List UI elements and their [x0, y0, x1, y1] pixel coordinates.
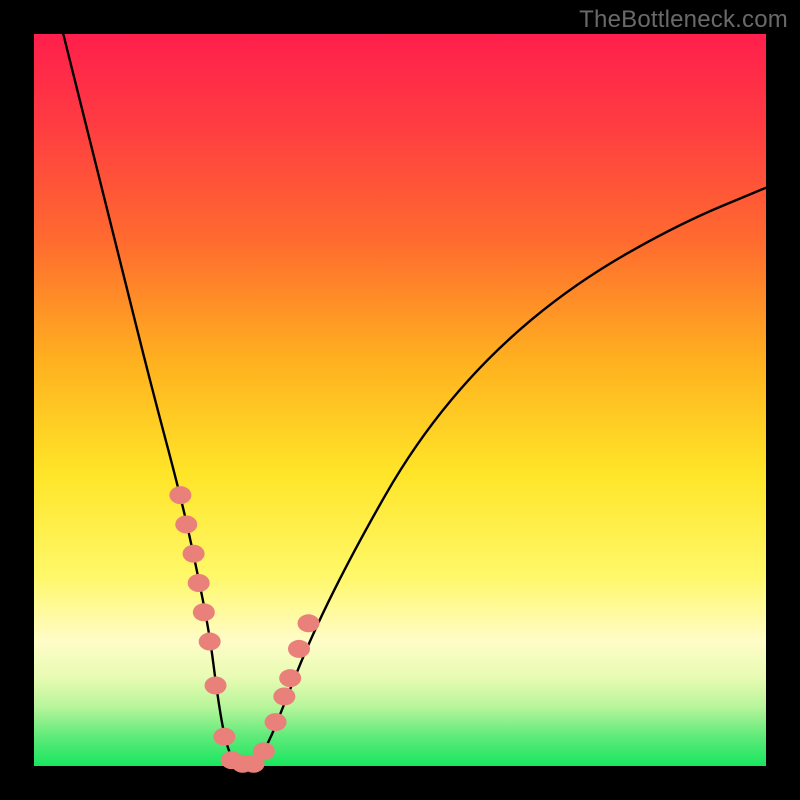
data-marker [288, 640, 310, 658]
data-marker [298, 614, 320, 632]
data-marker [169, 486, 191, 504]
plot-area [34, 34, 766, 766]
data-marker [183, 545, 205, 563]
watermark-text: TheBottleneck.com [579, 6, 788, 34]
data-marker [205, 676, 227, 694]
data-marker [199, 633, 221, 651]
data-marker [253, 742, 275, 760]
data-marker [279, 669, 301, 687]
data-marker [273, 687, 295, 705]
curve-svg [34, 34, 766, 766]
data-marker [213, 728, 235, 746]
data-marker [188, 574, 210, 592]
marker-group [169, 486, 319, 773]
data-marker [175, 515, 197, 533]
chart-stage: TheBottleneck.com [0, 0, 800, 800]
data-marker [193, 603, 215, 621]
bottleneck-curve [63, 34, 766, 766]
data-marker [265, 713, 287, 731]
